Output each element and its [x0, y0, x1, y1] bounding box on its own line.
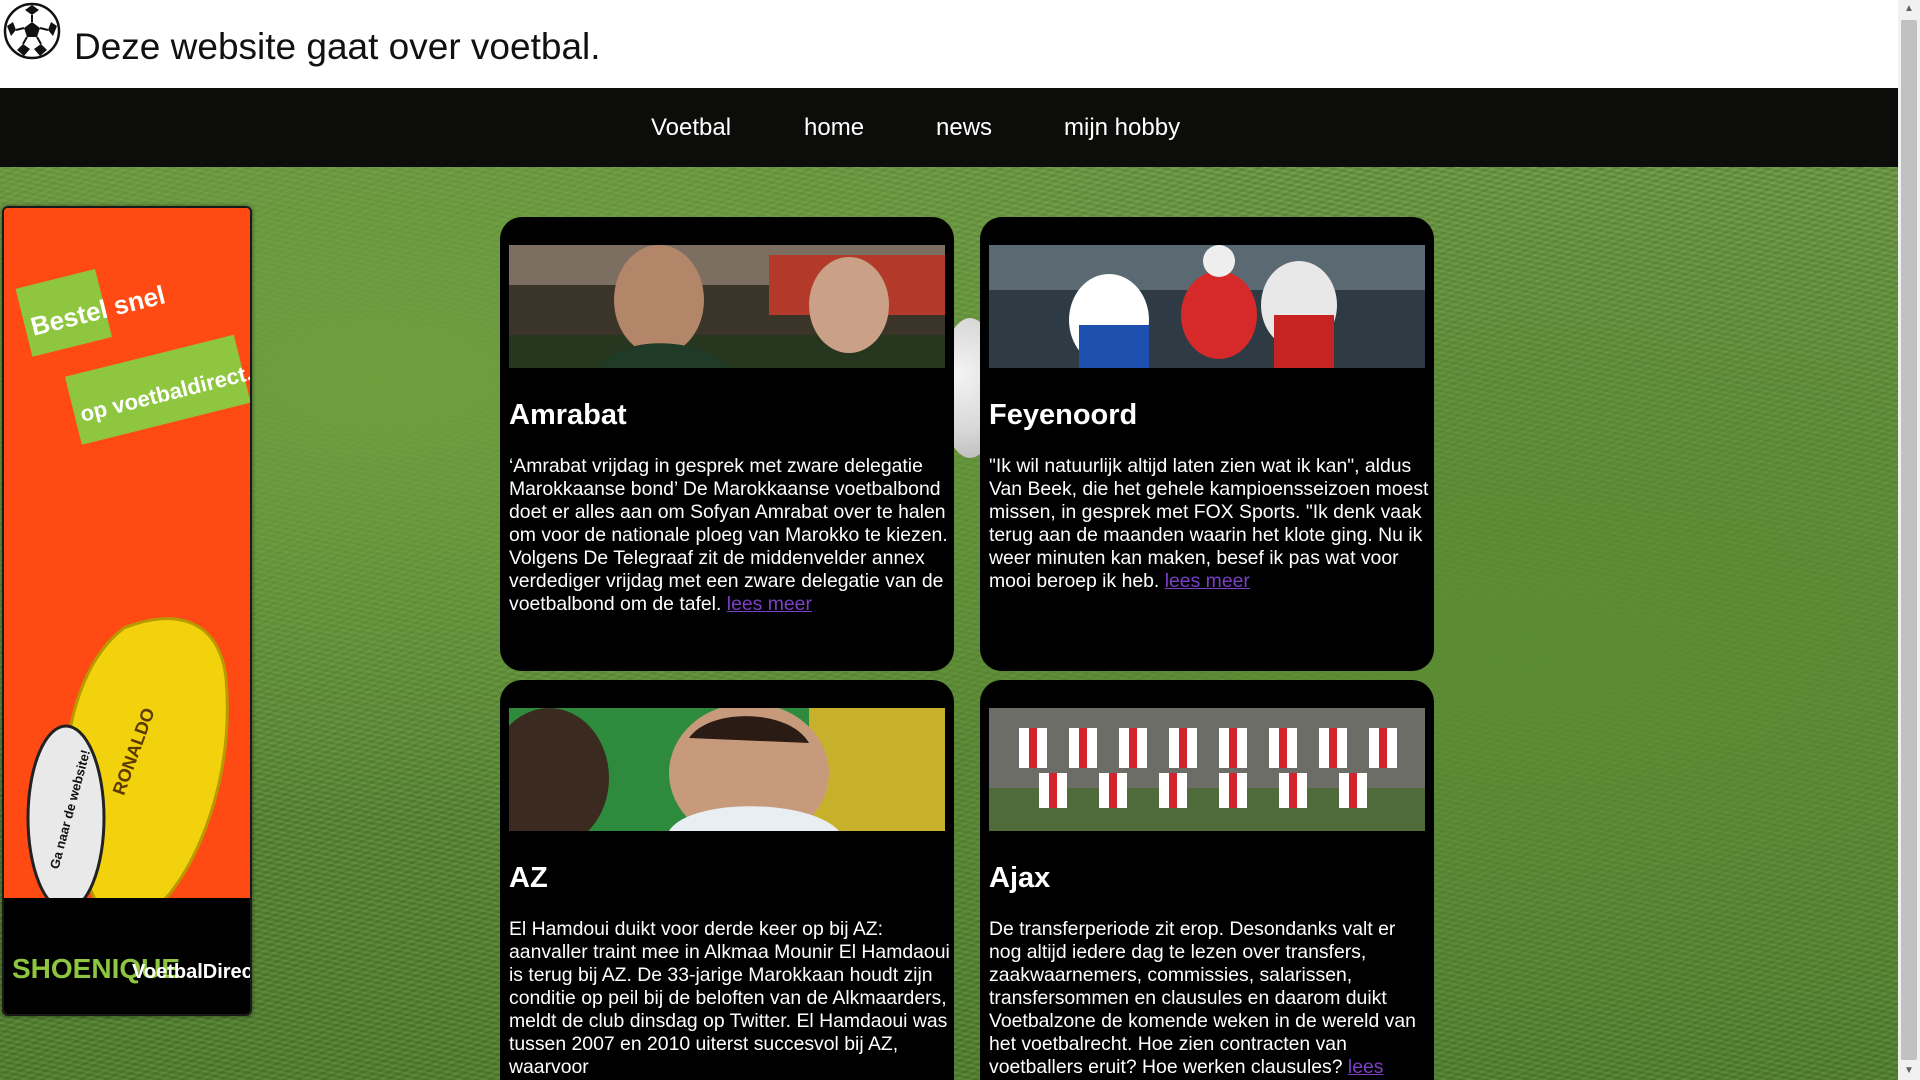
- card-title: Feyenoord: [989, 399, 1138, 431]
- news-card-az: AZ El Hamdoui duikt voor derde keer op b…: [500, 680, 954, 1080]
- card-body: De transferperiode zit erop. Desondanks …: [989, 918, 1416, 1078]
- news-card-feyenoord: Feyenoord "Ik wil natuurlijk altijd late…: [980, 217, 1434, 671]
- card-title: Amrabat: [509, 399, 627, 431]
- nav-item-mijn-hobby[interactable]: mijn hobby: [1064, 114, 1180, 142]
- ajax-team-photo: [989, 708, 1425, 831]
- card-body: ‘Amrabat vrijdag in gesprek met zware de…: [509, 455, 948, 615]
- header: Deze website gaat over voetbal.: [0, 0, 1898, 88]
- read-more-link[interactable]: lees meer: [727, 593, 812, 615]
- scrollbar-thumb[interactable]: [1901, 20, 1917, 1060]
- page: Deze website gaat over voetbal. Voetbal …: [0, 0, 1898, 1080]
- read-more-link[interactable]: lees meer: [1165, 570, 1250, 592]
- scroll-up-arrow-icon[interactable]: ▲: [1898, 0, 1920, 18]
- card-text: De transferperiode zit erop. Desondanks …: [989, 918, 1431, 1079]
- card-text: ‘Amrabat vrijdag in gesprek met zware de…: [509, 455, 951, 616]
- card-body: El Hamdoui duikt voor derde keer op bij …: [509, 918, 950, 1078]
- voetbaldirect-ad-banner[interactable]: Bestel snel op voetbaldirect.nl RONALDO …: [2, 206, 252, 1016]
- site-title: Deze website gaat over voetbal.: [74, 26, 601, 67]
- scroll-down-arrow-icon[interactable]: ▼: [1898, 1062, 1920, 1080]
- nav-item-news[interactable]: news: [936, 114, 992, 142]
- soccer-ball-icon: [3, 2, 61, 60]
- card-text: El Hamdoui duikt voor derde keer op bij …: [509, 918, 951, 1079]
- news-card-amrabat: Amrabat ‘Amrabat vrijdag in gesprek met …: [500, 217, 954, 671]
- read-more-link[interactable]: lees: [1348, 1056, 1384, 1078]
- feyenoord-photo: [989, 245, 1425, 368]
- card-title: Ajax: [989, 862, 1051, 894]
- news-card-ajax: Ajax De transferperiode zit erop. Desond…: [980, 680, 1434, 1080]
- main-nav: Voetbal home news mijn hobby: [0, 88, 1898, 167]
- vertical-scrollbar[interactable]: ▲ ▼: [1898, 0, 1920, 1080]
- card-title: AZ: [509, 862, 548, 894]
- ad-brand-voetbaldirect: VoetbalDirect: [132, 961, 250, 983]
- amrabat-photo: [509, 245, 945, 368]
- nav-item-voetbal[interactable]: Voetbal: [651, 114, 731, 142]
- nav-item-home[interactable]: home: [804, 114, 864, 142]
- az-photo: [509, 708, 945, 831]
- card-text: "Ik wil natuurlijk altijd laten zien wat…: [989, 455, 1431, 593]
